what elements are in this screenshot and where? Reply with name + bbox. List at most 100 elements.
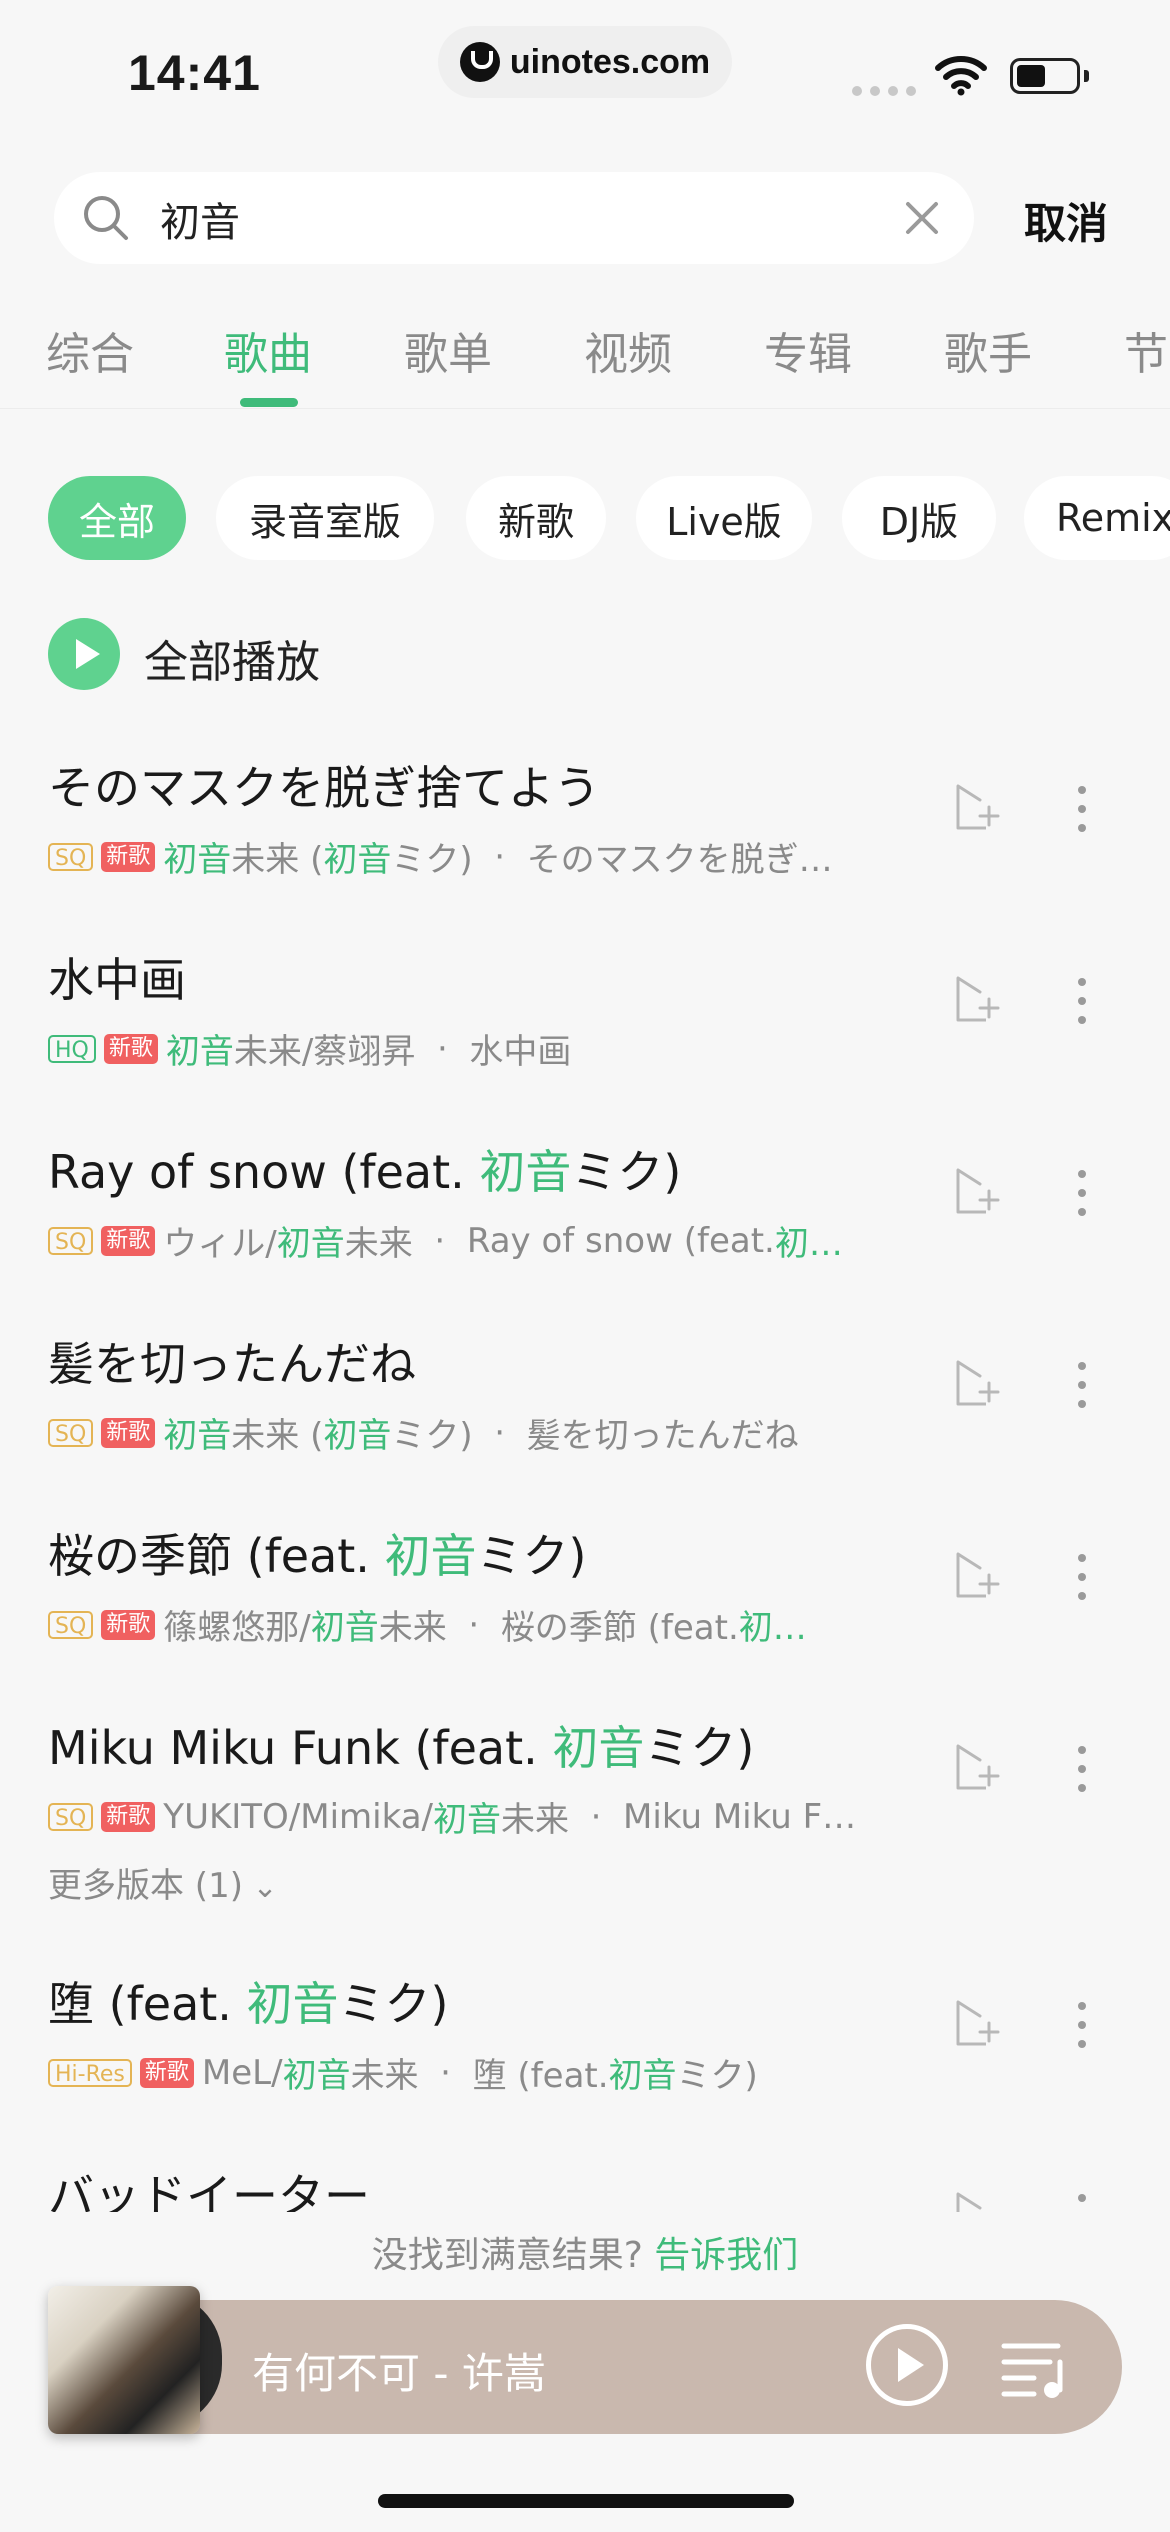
quality-badge: SQ <box>48 1418 94 1447</box>
tab-albums[interactable]: 专辑 <box>764 318 852 382</box>
song-album-part: ミク) <box>676 2056 758 2096</box>
song-title-part: 桜の季節 (feat. <box>48 1529 385 1583</box>
song-row[interactable]: 水中画 HQ 新歌 初音 未来/蔡翊昇 · 水中画 <box>0 944 1170 1134</box>
separator-dot: · <box>472 836 527 877</box>
song-row[interactable]: Ray of snow (feat. 初音ミク) SQ 新歌 ウィル/初音 未来 · R… <box>0 1136 1170 1326</box>
filter-chip-dj[interactable]: DJ版 <box>842 476 996 560</box>
song-album-part: 水中画 <box>469 1032 572 1072</box>
feedback-row: 没找到满意结果? 告诉我们 <box>0 2226 1170 2278</box>
home-indicator <box>378 2494 794 2508</box>
site-logo-icon <box>459 42 500 82</box>
cancel-button[interactable]: 取消 <box>1024 190 1108 251</box>
song-title: Ray of snow (feat. 初音ミク) <box>48 1136 681 1202</box>
more-vertical-icon[interactable] <box>1064 782 1100 836</box>
song-meta: SQ 新歌 篠螺悠那/初音 未来 · 桜の季節 (feat. 初… <box>48 1600 908 1649</box>
more-versions-label: 更多版本 (1) <box>48 1866 243 1906</box>
song-album-part: 髪を切ったんだね <box>526 1416 799 1456</box>
filter-chip-studio[interactable]: 录音室版 <box>216 476 434 560</box>
separator-dot: · <box>569 1796 624 1837</box>
add-to-playlist-icon[interactable] <box>952 1998 1002 2048</box>
song-row[interactable]: 髪を切ったんだね SQ 新歌 初音 未来 (初音 ミク) · 髪を切ったんだね <box>0 1328 1170 1518</box>
add-to-playlist-icon[interactable] <box>952 974 1002 1024</box>
tab-artists[interactable]: 歌手 <box>944 318 1032 382</box>
album-cover[interactable] <box>48 2286 200 2434</box>
tab-programs[interactable]: 节 <box>1124 318 1168 382</box>
song-meta: SQ 新歌 初音 未来 (初音 ミク) · そのマスクを脱ぎ… <box>48 832 908 881</box>
url-pill[interactable]: uinotes.com <box>438 26 732 98</box>
song-album-part: Ray of snow (feat. <box>466 1220 775 1261</box>
url-text: uinotes.com <box>509 42 711 81</box>
clear-icon[interactable] <box>904 200 940 236</box>
add-to-playlist-icon[interactable] <box>952 1550 1002 1600</box>
search-input[interactable]: 初音 <box>160 190 240 248</box>
song-title: 桜の季節 (feat. 初音ミク) <box>48 1520 587 1586</box>
song-row[interactable]: 桜の季節 (feat. 初音ミク) SQ 新歌 篠螺悠那/初音 未来 · 桜の季節 (f… <box>0 1520 1170 1710</box>
add-to-playlist-icon[interactable] <box>952 1742 1002 1792</box>
add-to-playlist-icon[interactable] <box>952 1166 1002 1216</box>
song-album-part: そのマスクを脱ぎ… <box>526 840 833 880</box>
playlist-icon[interactable] <box>1000 2332 1070 2402</box>
chevron-down-icon: ⌄ <box>242 1870 278 1905</box>
feedback-link[interactable]: 告诉我们 <box>654 2235 798 2276</box>
play-all-icon[interactable] <box>48 618 120 690</box>
tab-overview[interactable]: 综合 <box>46 318 134 382</box>
search-icon <box>84 196 128 240</box>
more-vertical-icon[interactable] <box>1064 1358 1100 1412</box>
tab-videos[interactable]: 视频 <box>584 318 672 382</box>
song-artist-part: 未来 <box>378 1608 447 1648</box>
quality-badge: Hi-Res <box>48 2058 132 2087</box>
song-title-part: 初音 <box>552 1721 645 1775</box>
separator-dot: · <box>412 1220 467 1261</box>
more-vertical-icon[interactable] <box>1064 1998 1100 2052</box>
song-album-part: 初音 <box>608 2056 677 2096</box>
new-song-badge: 新歌 <box>101 841 156 872</box>
add-to-playlist-icon[interactable] <box>952 1358 1002 1408</box>
filter-chip-all[interactable]: 全部 <box>48 476 186 560</box>
status-time: 14:41 <box>128 45 261 101</box>
filter-chip-remix[interactable]: Remix <box>1024 476 1170 560</box>
song-title-part: 初音 <box>479 1145 572 1199</box>
song-title-part: そのマスクを脱ぎ捨てよう <box>48 761 600 815</box>
filter-chip-live[interactable]: Live版 <box>636 476 812 560</box>
filter-chip-new[interactable]: 新歌 <box>466 476 606 560</box>
more-vertical-icon[interactable] <box>1064 974 1100 1028</box>
quality-badge: SQ <box>48 1226 94 1255</box>
tab-songs[interactable]: 歌曲 <box>224 318 312 382</box>
new-song-badge: 新歌 <box>101 1609 156 1640</box>
song-title-part: ミク) <box>644 1721 755 1775</box>
quality-badge: SQ <box>48 842 94 871</box>
song-meta: Hi-Res 新歌 MeL/初音 未来 · 堕 (feat. 初音 ミク) <box>48 2048 908 2097</box>
more-vertical-icon[interactable] <box>1064 1550 1100 1604</box>
song-meta: SQ 新歌 YUKITO/Mimika/初音 未来 · Miku Miku F… <box>48 1792 908 1841</box>
quality-badge: SQ <box>48 1802 94 1831</box>
song-artist-part: 未来 <box>350 2056 419 2096</box>
quality-badge: SQ <box>48 1610 94 1639</box>
song-row[interactable]: Miku Miku Funk (feat. 初音ミク) SQ 新歌 YUKITO/Mi… <box>0 1712 1170 1906</box>
song-artist-part: 初音 <box>163 840 232 880</box>
song-row[interactable]: そのマスクを脱ぎ捨てよう SQ 新歌 初音 未来 (初音 ミク) · そのマスクを脱ぎ… <box>0 752 1170 942</box>
play-all-button[interactable]: 全部播放 <box>144 626 320 690</box>
now-playing-title[interactable]: 有何不可 - 许嵩 <box>252 2340 546 2401</box>
song-artist-part: 初音 <box>433 1800 501 1840</box>
tab-playlists[interactable]: 歌单 <box>404 318 492 382</box>
song-title: 髪を切ったんだね <box>48 1328 416 1394</box>
song-row[interactable]: 堕 (feat. 初音ミク) Hi-Res 新歌 MeL/初音 未来 · 堕 (feat… <box>0 1968 1170 2158</box>
song-album-part: 堕 (feat. <box>472 2056 609 2096</box>
song-artist-part: 初音 <box>323 1416 392 1456</box>
play-icon[interactable] <box>866 2324 948 2406</box>
song-meta: SQ 新歌 初音 未来 (初音 ミク) · 髪を切ったんだね <box>48 1408 908 1457</box>
song-artist-part: YUKITO/Mimika/ <box>163 1796 433 1837</box>
add-to-playlist-icon[interactable] <box>952 782 1002 832</box>
song-title: 水中画 <box>48 944 186 1010</box>
song-album-part: 初… <box>738 1608 807 1648</box>
song-artist-part: 未来 <box>344 1224 413 1264</box>
more-vertical-icon[interactable] <box>1064 1742 1100 1796</box>
active-tab-indicator <box>240 398 298 407</box>
feedback-text: 没找到满意结果? <box>371 2235 655 2276</box>
song-artist-part: 初音 <box>310 1608 379 1648</box>
more-versions-button[interactable]: 更多版本 (1) ⌄ <box>48 1858 278 1907</box>
new-song-badge: 新歌 <box>101 1801 156 1832</box>
quality-badge: HQ <box>48 1034 96 1063</box>
song-title: そのマスクを脱ぎ捨てよう <box>48 752 600 818</box>
more-vertical-icon[interactable] <box>1064 1166 1100 1220</box>
